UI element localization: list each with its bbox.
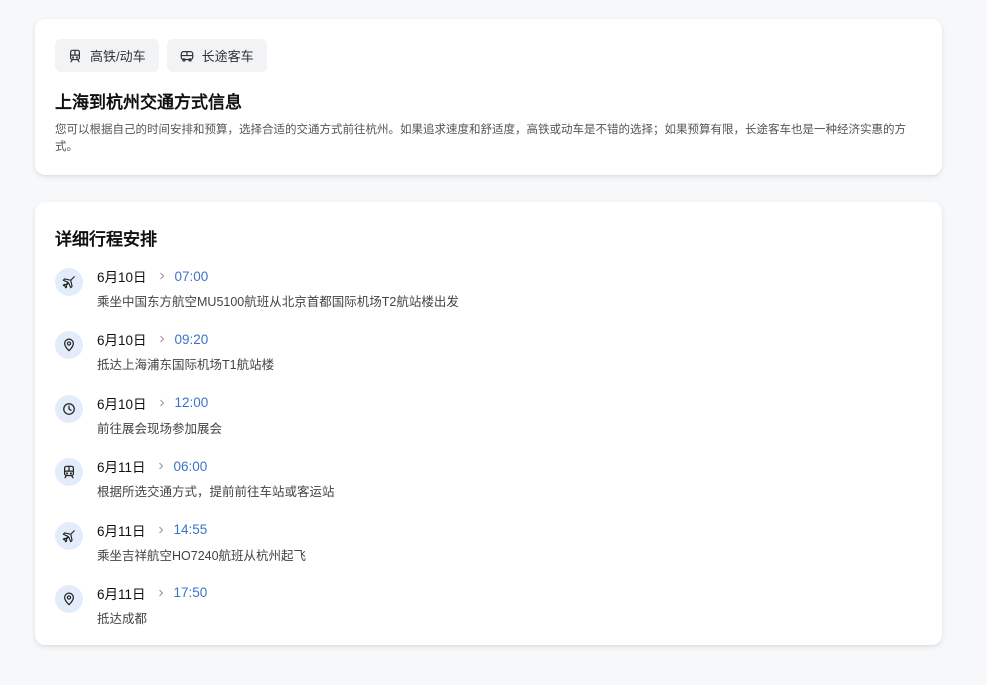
event-icon-badge: [55, 521, 83, 550]
event-time: 06:00: [173, 458, 208, 474]
tab-high-speed-rail[interactable]: 高铁/动车: [55, 39, 159, 72]
tab-label: 长途客车: [201, 49, 254, 64]
itinerary-title: 详细行程安排: [55, 230, 157, 249]
event-icon-badge: [55, 394, 83, 423]
itinerary-timeline: 6月10日 07:00 乘坐中国东方航空MU5100航班从北京首都国际机场T2航…: [55, 267, 922, 647]
event-header: 6月10日 12:00: [97, 394, 222, 412]
bus-icon: [180, 50, 193, 62]
tab-label: 高铁/动车: [90, 49, 146, 64]
event-body: 6月10日 07:00 乘坐中国东方航空MU5100航班从北京首都国际机场T2航…: [97, 267, 459, 330]
event-icon-badge: [55, 268, 83, 296]
event-time: 07:00: [174, 268, 209, 284]
chevron-right-icon: [157, 589, 165, 597]
train-icon: [70, 49, 80, 62]
event-time: 09:20: [174, 331, 209, 347]
chevron-right-icon: [158, 335, 166, 343]
event-description: 乘坐吉祥航空HO7240航班从杭州起飞: [97, 548, 307, 563]
event-date: 6月10日: [97, 270, 147, 285]
event-time: 12:00: [174, 395, 209, 411]
event-date: 6月10日: [97, 333, 147, 349]
clock-icon: [63, 402, 75, 415]
event-icon-badge: [55, 331, 83, 360]
event-header: 6月11日 17:50: [97, 584, 207, 602]
transport-tabs: 高铁/动车 长途客车: [55, 39, 922, 72]
chevron-right-icon: [157, 526, 165, 534]
event-icon-badge: [55, 584, 83, 613]
location-pin-icon: [64, 338, 74, 352]
itinerary-event: 6月11日 14:55 乘坐吉祥航空HO7240航班从杭州起飞: [55, 521, 922, 584]
itinerary-event: 6月10日 12:00 前往展会现场参加展会: [55, 394, 922, 457]
chevron-right-icon: [157, 462, 165, 470]
event-header: 6月11日 06:00: [97, 457, 335, 476]
event-description: 乘坐中国东方航空MU5100航班从北京首都国际机场T2航站楼出发: [97, 295, 459, 309]
event-date: 6月10日: [97, 396, 147, 412]
plane-icon: [62, 276, 75, 289]
location-pin-icon: [64, 592, 74, 606]
event-description: 前往展会现场参加展会: [97, 421, 223, 436]
event-date: 6月11日: [97, 460, 146, 476]
transport-title: 上海到杭州交通方式信息: [55, 93, 242, 112]
event-body: 6月10日 09:20 抵达上海浦东国际机场T1航站楼: [97, 330, 274, 393]
itinerary-event: 6月11日 06:00 根据所选交通方式，提前前往车站或客运站: [55, 457, 922, 520]
event-header: 6月11日 14:55: [97, 521, 306, 539]
event-body: 6月11日 14:55 乘坐吉祥航空HO7240航班从杭州起飞: [97, 521, 306, 584]
event-body: 6月11日 17:50 抵达成都: [97, 584, 207, 647]
event-icon-badge: [55, 458, 83, 487]
tab-long-distance-bus[interactable]: 长途客车: [166, 39, 267, 72]
event-date: 6月11日: [97, 523, 146, 539]
event-header: 6月10日 09:20: [97, 330, 274, 349]
event-time: 14:55: [173, 522, 208, 538]
event-time: 17:50: [173, 585, 208, 601]
plane-icon: [62, 529, 75, 542]
itinerary-event: 6月11日 17:50 抵达成都: [55, 584, 922, 647]
event-header: 6月10日 07:00: [97, 267, 459, 286]
event-description: 根据所选交通方式，提前前往车站或客运站: [97, 485, 335, 500]
train-icon: [64, 465, 74, 479]
event-description: 抵达上海浦东国际机场T1航站楼: [97, 358, 275, 373]
transport-card: 高铁/动车 长途客车 上海到杭州交通方式信息 您可以根据自己的时间安排和预算，选…: [35, 19, 942, 175]
itinerary-card: 详细行程安排 6月10日 07:00 乘坐中国东方航空MU5100航班从北京首都…: [35, 202, 942, 645]
event-body: 6月11日 06:00 根据所选交通方式，提前前往车站或客运站: [97, 457, 335, 520]
chevron-right-icon: [158, 399, 166, 407]
event-date: 6月11日: [97, 586, 146, 602]
transport-description: 您可以根据自己的时间安排和预算，选择合适的交通方式前往杭州。如果追求速度和舒适度…: [55, 124, 906, 153]
itinerary-event: 6月10日 07:00 乘坐中国东方航空MU5100航班从北京首都国际机场T2航…: [55, 267, 922, 330]
chevron-right-icon: [158, 272, 166, 280]
itinerary-event: 6月10日 09:20 抵达上海浦东国际机场T1航站楼: [55, 330, 922, 393]
event-body: 6月10日 12:00 前往展会现场参加展会: [97, 394, 222, 457]
event-description: 抵达成都: [97, 611, 148, 626]
